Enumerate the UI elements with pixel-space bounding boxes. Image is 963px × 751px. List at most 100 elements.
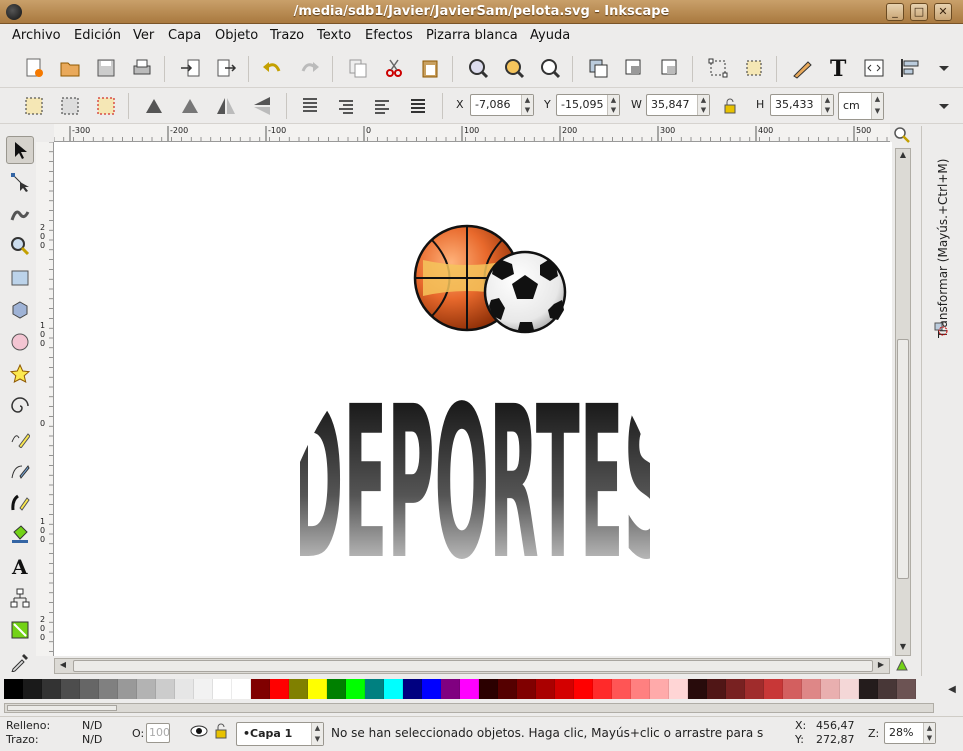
zoom-page-button[interactable] <box>536 54 564 82</box>
menu-capa[interactable]: Capa <box>168 28 201 43</box>
xml-button[interactable] <box>860 54 888 82</box>
palette-swatch[interactable] <box>137 679 156 699</box>
undo-button[interactable] <box>258 54 286 82</box>
cut-button[interactable] <box>380 54 408 82</box>
palette-swatch[interactable] <box>593 679 612 699</box>
palette-swatch[interactable] <box>441 679 460 699</box>
scroll-up-arrow-icon[interactable]: ▲ <box>897 150 909 162</box>
scroll-right-arrow-icon[interactable]: ▶ <box>875 660 887 672</box>
xml-editor-button[interactable] <box>788 54 816 82</box>
palette-swatch[interactable] <box>270 679 289 699</box>
palette-swatch[interactable] <box>840 679 859 699</box>
select-all-layers-button[interactable] <box>56 92 84 120</box>
zoom-drawing-button[interactable] <box>500 54 528 82</box>
palette-swatch[interactable] <box>175 679 194 699</box>
palette-swatch[interactable] <box>4 679 23 699</box>
selector-tool[interactable] <box>6 136 34 164</box>
palette-swatch[interactable] <box>99 679 118 699</box>
scroll-left-arrow-icon[interactable]: ◀ <box>57 660 69 672</box>
text-font-button[interactable]: T <box>824 54 852 82</box>
palette-swatch[interactable] <box>517 679 536 699</box>
3d-box-tool[interactable] <box>6 296 34 324</box>
palette-swatch[interactable] <box>574 679 593 699</box>
unlock-button[interactable] <box>656 54 684 82</box>
flip-vertical-button[interactable] <box>248 92 276 120</box>
menu-texto[interactable]: Texto <box>317 28 351 43</box>
menu-objeto[interactable]: Objeto <box>215 28 258 43</box>
text-tool[interactable]: A <box>6 552 34 580</box>
palette-swatch[interactable] <box>498 679 517 699</box>
scroll-down-arrow-icon[interactable]: ▼ <box>897 642 909 654</box>
palette-scroll-thumb[interactable] <box>7 705 117 711</box>
minimize-button[interactable]: _ <box>886 3 904 21</box>
paste-button[interactable] <box>416 54 444 82</box>
palette-swatch[interactable] <box>251 679 270 699</box>
raise-button[interactable] <box>332 92 360 120</box>
transform-dock-tab[interactable]: Transformar (Mayús.+Ctrl+M) <box>930 130 956 340</box>
lower-button[interactable] <box>368 92 396 120</box>
y-field[interactable]: -15,095 ▲ ▼ <box>556 94 620 116</box>
palette-swatch[interactable] <box>479 679 498 699</box>
zoom-stepper[interactable]: ▲ ▼ <box>923 723 935 743</box>
palette-swatch[interactable] <box>61 679 80 699</box>
fill-stroke-button[interactable] <box>704 54 732 82</box>
zoom-field[interactable]: 28% ▲ ▼ <box>884 722 936 744</box>
palette-swatch[interactable] <box>859 679 878 699</box>
layer-select[interactable]: •Capa 1 ▲ ▼ <box>236 722 324 746</box>
palette-swatch[interactable] <box>612 679 631 699</box>
y-stepper[interactable]: ▲ ▼ <box>607 95 619 115</box>
palette-swatch[interactable] <box>688 679 707 699</box>
horizontal-scrollbar[interactable]: ◀ ▶ <box>54 658 890 674</box>
palette-swatch[interactable] <box>327 679 346 699</box>
menu-pizarra-blanca[interactable]: Pizarra blanca <box>426 28 518 43</box>
vertical-scroll-thumb[interactable] <box>897 339 909 579</box>
palette-swatch[interactable] <box>650 679 669 699</box>
palette-swatch[interactable] <box>878 679 897 699</box>
palette-swatch[interactable] <box>42 679 61 699</box>
palette-swatch[interactable] <box>289 679 308 699</box>
palette-swatch[interactable] <box>783 679 802 699</box>
horizontal-scroll-thumb[interactable] <box>73 660 873 672</box>
palette-swatch[interactable] <box>726 679 745 699</box>
toolbar-overflow-button[interactable] <box>930 54 958 82</box>
stroke-value[interactable]: N/D <box>82 733 102 746</box>
palette-swatch[interactable] <box>802 679 821 699</box>
tweak-tool[interactable] <box>6 200 34 228</box>
import-button[interactable] <box>176 54 204 82</box>
calligraphy-tool[interactable] <box>6 488 34 516</box>
menu-ver[interactable]: Ver <box>133 28 154 43</box>
rotate-ccw-button[interactable] <box>140 92 168 120</box>
star-tool[interactable] <box>6 360 34 388</box>
zoom-selection-button[interactable] <box>464 54 492 82</box>
menu-ayuda[interactable]: Ayuda <box>530 28 570 43</box>
unit-select[interactable]: cm ▲ ▼ <box>838 92 884 120</box>
palette-scrollbar[interactable] <box>4 703 934 713</box>
palette-swatch[interactable] <box>821 679 840 699</box>
h-stepper[interactable]: ▲ ▼ <box>821 95 833 115</box>
zoom-tool[interactable] <box>6 232 34 260</box>
dropper-tool[interactable] <box>6 648 34 676</box>
opacity-field[interactable]: 100 <box>146 723 170 743</box>
vertical-scrollbar[interactable]: ▲ ▼ <box>895 148 911 656</box>
export-button[interactable] <box>212 54 240 82</box>
palette-swatch[interactable] <box>194 679 213 699</box>
palette-swatch[interactable] <box>365 679 384 699</box>
palette-swatch[interactable] <box>23 679 42 699</box>
palette-swatch[interactable] <box>897 679 916 699</box>
connector-tool[interactable] <box>6 584 34 612</box>
menu-archivo[interactable]: Archivo <box>12 28 61 43</box>
palette-swatch[interactable] <box>156 679 175 699</box>
palette-swatch[interactable] <box>384 679 403 699</box>
palette-swatch[interactable] <box>669 679 688 699</box>
deselect-button[interactable] <box>92 92 120 120</box>
palette-swatch[interactable] <box>460 679 479 699</box>
pencil-tool[interactable] <box>6 424 34 452</box>
palette-swatch[interactable] <box>232 679 251 699</box>
pen-tool[interactable] <box>6 456 34 484</box>
close-button[interactable]: ✕ <box>934 3 952 21</box>
palette-swatch[interactable] <box>403 679 422 699</box>
gradient-tool[interactable] <box>6 616 34 644</box>
ellipse-tool[interactable] <box>6 328 34 356</box>
open-button[interactable] <box>56 54 84 82</box>
palette-swatch[interactable] <box>346 679 365 699</box>
